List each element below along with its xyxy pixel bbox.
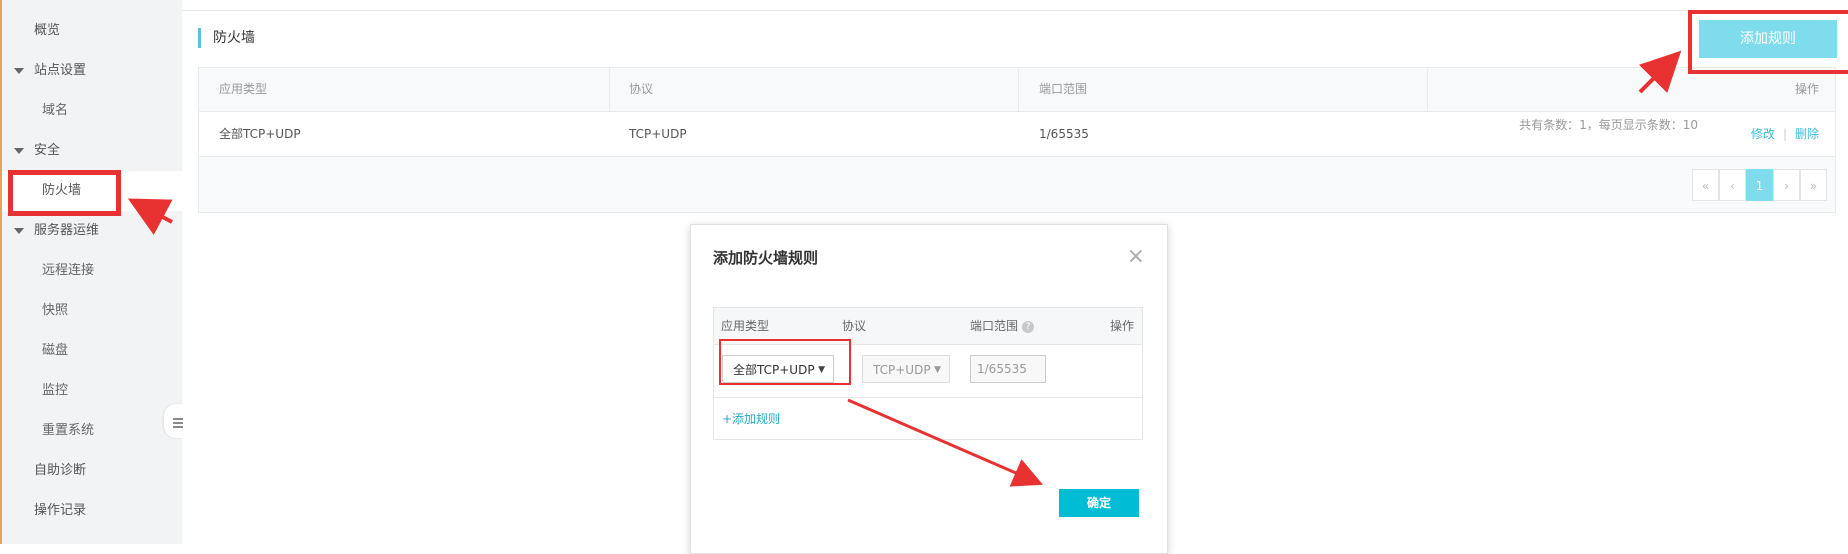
column-header: 应用类型 <box>219 82 268 96</box>
annotation-box <box>1688 10 1848 74</box>
caret-down-icon <box>14 228 24 234</box>
sidebar-item-snapshot[interactable]: 快照 <box>2 291 182 331</box>
annotation-box <box>719 339 851 385</box>
pagination: « ‹ 1 › » <box>1692 169 1836 201</box>
protocol-select[interactable]: TCP+UDP ▼ <box>862 355 950 383</box>
caret-down-icon <box>14 68 24 74</box>
add-rule-link[interactable]: +添加规则 <box>722 410 780 427</box>
pager-last-button[interactable]: » <box>1800 169 1827 201</box>
divider <box>1018 68 1019 111</box>
sidebar-group-security[interactable]: 安全 <box>2 131 182 171</box>
sidebar: 概览 站点设置 域名 安全 防火墙 服务器运维 远程连接 快照 磁盘 监控 重置… <box>0 0 184 544</box>
sidebar-item-label: 概览 <box>34 23 61 38</box>
annotation-box <box>8 170 121 216</box>
sidebar-item-diagnose[interactable]: 自助诊断 <box>2 451 182 491</box>
column-header: 端口范围? <box>970 308 1035 344</box>
pager-first-button[interactable]: « <box>1692 169 1719 201</box>
pager-page-1[interactable]: 1 <box>1746 169 1773 201</box>
sidebar-item-label: 操作记录 <box>34 503 87 518</box>
sidebar-collapse-handle[interactable] <box>164 404 184 438</box>
sidebar-item-logs[interactable]: 操作记录 <box>2 491 182 531</box>
confirm-button[interactable]: 确定 <box>1059 489 1139 517</box>
close-icon[interactable]: × <box>1127 246 1145 268</box>
table-header: 应用类型 协议 端口范围 操作 <box>199 68 1835 112</box>
edit-link[interactable]: 修改 <box>1751 127 1775 141</box>
sidebar-item-label: 域名 <box>42 103 69 118</box>
sidebar-item-disk[interactable]: 磁盘 <box>2 331 182 371</box>
divider <box>182 10 1848 11</box>
sidebar-item-label: 监控 <box>42 383 69 398</box>
add-firewall-rule-dialog: 添加防火墙规则 × 应用类型 协议 端口范围? 操作 全部TCP+UDP ▼ TC… <box>690 224 1168 554</box>
sidebar-item-domain[interactable]: 域名 <box>2 91 182 131</box>
select-value: TCP+UDP <box>873 363 931 377</box>
cell-protocol: TCP+UDP <box>629 127 687 141</box>
sidebar-item-label: 服务器运维 <box>34 223 100 238</box>
pager-next-button[interactable]: › <box>1773 169 1800 201</box>
cell-app-type: 全部TCP+UDP <box>219 127 301 141</box>
page-title: 防火墙 <box>198 28 255 48</box>
pager-info: 共有条数：1，每页显示条数：10 <box>1519 118 1698 132</box>
sidebar-item-label: 快照 <box>42 303 69 318</box>
column-header-label: 端口范围 <box>970 319 1019 333</box>
pager-prev-button[interactable]: ‹ <box>1719 169 1746 201</box>
chevron-down-icon: ▼ <box>934 365 941 375</box>
column-header: 协议 <box>629 82 654 96</box>
delete-link[interactable]: 删除 <box>1795 127 1819 141</box>
sidebar-item-label: 站点设置 <box>34 63 87 78</box>
sidebar-item-label: 安全 <box>34 143 61 158</box>
cell-actions: 修改 | 删除 <box>1751 112 1819 156</box>
column-header: 端口范围 <box>1039 82 1088 96</box>
divider <box>1427 68 1428 111</box>
sidebar-item-monitor[interactable]: 监控 <box>2 371 182 411</box>
sidebar-item-overview[interactable]: 概览 <box>2 11 182 51</box>
sidebar-group-site-settings[interactable]: 站点设置 <box>2 51 182 91</box>
dialog-title: 添加防火墙规则 <box>713 249 819 267</box>
sidebar-item-remote[interactable]: 远程连接 <box>2 251 182 291</box>
cell-port-range: 1/65535 <box>1039 127 1089 141</box>
caret-down-icon <box>14 148 24 154</box>
port-range-input[interactable]: 1/65535 <box>970 355 1046 383</box>
sidebar-item-label: 重置系统 <box>42 423 95 438</box>
column-header: 操作 <box>1109 319 1134 333</box>
sidebar-group-server-ops[interactable]: 服务器运维 <box>2 211 182 251</box>
help-icon[interactable]: ? <box>1022 321 1035 333</box>
column-header: 操作 <box>1794 82 1819 96</box>
sidebar-item-reset[interactable]: 重置系统 <box>2 411 182 451</box>
divider <box>609 68 610 111</box>
sidebar-item-label: 磁盘 <box>42 343 69 358</box>
sidebar-item-label: 自助诊断 <box>34 463 87 478</box>
separator: | <box>1782 127 1787 141</box>
sidebar-item-label: 远程连接 <box>42 263 95 278</box>
